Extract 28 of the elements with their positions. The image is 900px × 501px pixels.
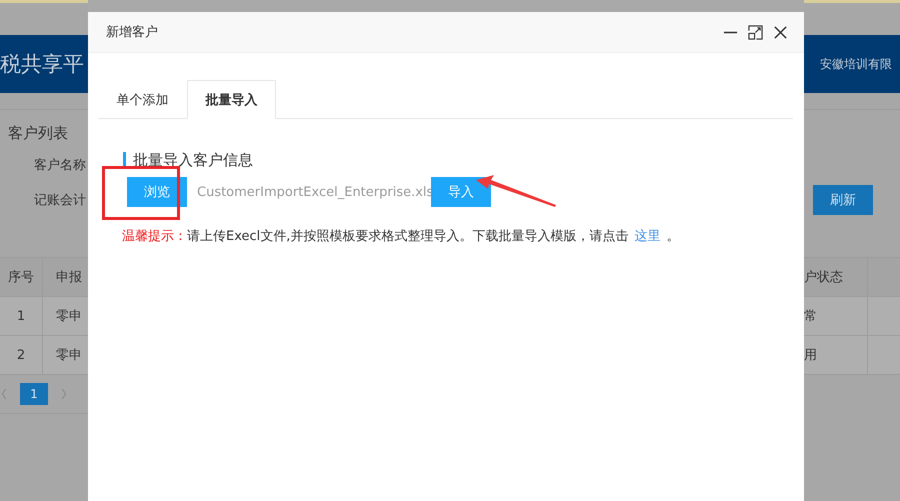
table-cell-text: 零申 [55, 308, 84, 326]
column-header: 申报 [55, 269, 84, 287]
tip-text: 请上传Execl文件,并按照模板要求格式整理导入。下载批量导入模版，请点击 [187, 229, 628, 244]
refresh-button[interactable]: 刷新 [813, 185, 873, 215]
table-cell: 常 [804, 297, 868, 335]
table-cell: 1 [0, 297, 44, 335]
tip-text: 。 [666, 229, 680, 244]
column-header: 序号 [0, 258, 44, 296]
template-link[interactable]: 这里 [634, 229, 660, 244]
import-button[interactable]: 导入 [431, 177, 491, 207]
table-cell: 2 [0, 336, 44, 374]
tab[interactable]: 批量导入 [187, 80, 276, 119]
filter-label: 记账会计 [34, 192, 87, 209]
section-title: 客户列表 [8, 124, 69, 143]
table-cell: 用 [804, 336, 868, 374]
close-icon[interactable] [773, 24, 788, 40]
page-button[interactable]: 1 [20, 383, 48, 405]
maximize-icon[interactable] [748, 24, 763, 40]
dialog-title: 新增客户 [106, 24, 158, 41]
column-header: 户状态 [804, 258, 868, 296]
table-cell-text: 零申 [55, 347, 84, 365]
file-name: CustomerImportExcel_Enterprise.xls [197, 184, 431, 200]
tab[interactable]: 单个添加 [98, 80, 187, 119]
brand-title: 税共享平 [0, 51, 84, 78]
filter-label: 客户名称 [34, 157, 87, 174]
company-name: 安徽培训有限 [819, 56, 892, 72]
tip-label: 温馨提示： [122, 229, 187, 244]
browse-button[interactable]: 浏览 [127, 177, 187, 207]
